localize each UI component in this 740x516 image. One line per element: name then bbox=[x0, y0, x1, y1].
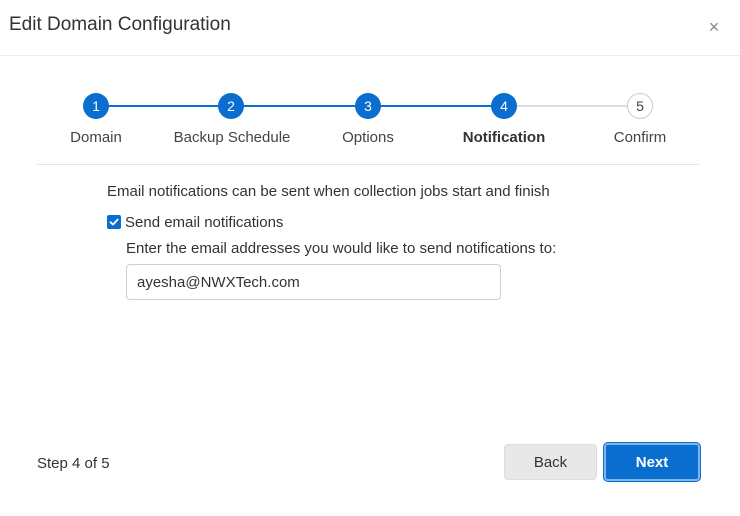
dialog-title: Edit Domain Configuration bbox=[9, 14, 231, 35]
step-circle-1: 1 bbox=[83, 93, 109, 119]
step-connector-1 bbox=[97, 105, 232, 107]
step-counter: Step 4 of 5 bbox=[37, 455, 110, 472]
send-email-checkbox[interactable] bbox=[107, 215, 121, 229]
dialog-header: Edit Domain Configuration × bbox=[0, 0, 740, 56]
send-email-label[interactable]: Send email notifications bbox=[125, 214, 283, 231]
step-circle-4: 4 bbox=[491, 93, 517, 119]
step-label-confirm: Confirm bbox=[613, 129, 667, 146]
wizard-stepper: 1 2 3 4 5 Domain Backup Schedule Options… bbox=[37, 93, 699, 165]
step-label-backup-schedule: Backup Schedule bbox=[173, 129, 291, 146]
step-connector-2 bbox=[232, 105, 368, 107]
close-icon[interactable]: × bbox=[704, 15, 724, 39]
email-prompt: Enter the email addresses you would like… bbox=[126, 240, 557, 257]
notification-description: Email notifications can be sent when col… bbox=[107, 183, 550, 200]
step-connector-3 bbox=[368, 105, 504, 107]
send-email-option: Send email notifications bbox=[107, 213, 283, 231]
step-circle-2: 2 bbox=[218, 93, 244, 119]
checkmark-icon bbox=[109, 218, 119, 226]
step-circle-5: 5 bbox=[627, 93, 653, 119]
step-connector-4 bbox=[504, 105, 640, 107]
next-button[interactable]: Next bbox=[604, 443, 700, 481]
edit-domain-dialog: Edit Domain Configuration × 1 2 3 4 5 Do… bbox=[0, 0, 740, 516]
step-label-notification: Notification bbox=[462, 129, 546, 146]
step-label-options: Options bbox=[342, 129, 394, 146]
step-label-domain: Domain bbox=[70, 129, 122, 146]
back-button[interactable]: Back bbox=[504, 444, 597, 480]
email-addresses-input[interactable] bbox=[126, 264, 501, 300]
step-circle-3: 3 bbox=[355, 93, 381, 119]
